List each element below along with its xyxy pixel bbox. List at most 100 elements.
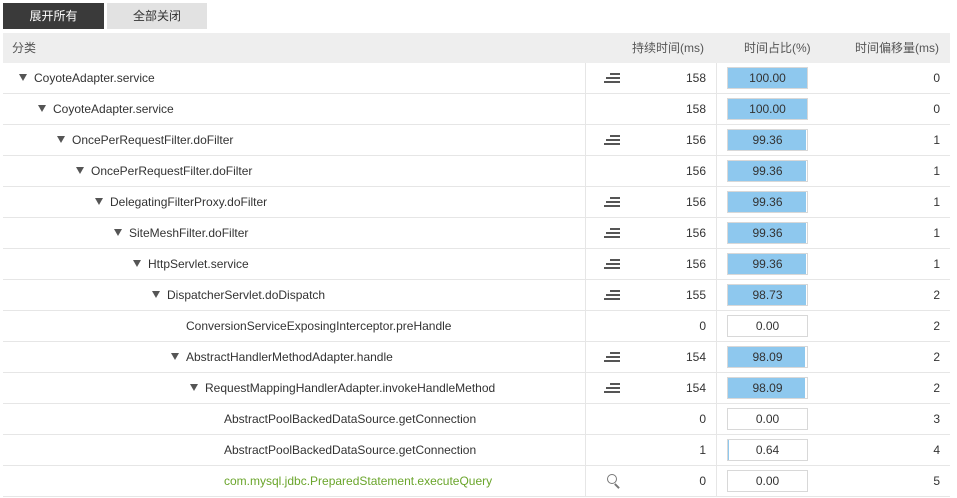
- search-icon[interactable]: [603, 473, 623, 489]
- row-name: RequestMappingHandlerAdapter.invokeHandl…: [190, 373, 495, 403]
- header-category: 分类: [12, 41, 37, 55]
- row-name-label: AbstractHandlerMethodAdapter.handle: [186, 350, 393, 364]
- row-name-label: AbstractPoolBackedDataSource.getConnecti…: [224, 443, 477, 457]
- row-name: SiteMeshFilter.doFilter: [114, 218, 248, 248]
- percent-value: 99.36: [752, 257, 783, 271]
- table-row[interactable]: DelegatingFilterProxy.doFilter 156 99.36 1: [3, 187, 950, 218]
- row-name-label: CoyoteAdapter.service: [34, 71, 155, 85]
- table-row[interactable]: CoyoteAdapter.service 158 100.00 0: [3, 63, 950, 94]
- offset-value: 5: [933, 474, 940, 488]
- duration-value: 154: [685, 381, 706, 395]
- detail-menu-icon[interactable]: [603, 287, 623, 303]
- duration-value: 155: [685, 288, 706, 302]
- expand-toggle-icon[interactable]: [76, 167, 84, 175]
- expand-toggle-icon[interactable]: [114, 229, 122, 237]
- trace-table: 分类 持续时间(ms) 时间占比(%) 时间偏移量(ms) CoyoteAdap…: [3, 33, 950, 497]
- column-divider: [585, 435, 586, 465]
- duration-value: 0: [699, 474, 706, 488]
- column-divider: [585, 218, 586, 248]
- detail-menu-icon[interactable]: [603, 380, 623, 396]
- percent-value: 98.73: [752, 288, 783, 302]
- column-divider: [585, 466, 586, 496]
- detail-menu-icon[interactable]: [603, 349, 623, 365]
- table-row[interactable]: OncePerRequestFilter.doFilter 156 99.36 1: [3, 125, 950, 156]
- percent-bar: 99.36: [727, 160, 808, 182]
- column-divider: [585, 187, 586, 217]
- percent-bar: 99.36: [727, 129, 808, 151]
- row-name-label: SiteMeshFilter.doFilter: [129, 226, 249, 240]
- percent-bar: 0.00: [727, 315, 808, 337]
- table-row[interactable]: DispatcherServlet.doDispatch 155 98.73 2: [3, 280, 950, 311]
- column-divider: [716, 218, 717, 248]
- table-row[interactable]: SiteMeshFilter.doFilter 156 99.36 1: [3, 218, 950, 249]
- column-divider: [716, 373, 717, 403]
- duration-value: 156: [685, 164, 706, 178]
- row-name: OncePerRequestFilter.doFilter: [76, 156, 252, 186]
- offset-value: 0: [933, 102, 940, 116]
- table-row[interactable]: AbstractHandlerMethodAdapter.handle 154 98…: [3, 342, 950, 373]
- percent-bar: 0.00: [727, 470, 808, 492]
- expand-toggle-icon[interactable]: [19, 74, 27, 82]
- expand-toggle-icon[interactable]: [57, 136, 65, 144]
- detail-menu-icon[interactable]: [603, 256, 623, 272]
- column-divider: [585, 311, 586, 341]
- percent-bar: 98.09: [727, 346, 808, 368]
- expand-toggle-icon[interactable]: [38, 105, 46, 113]
- row-name-label: OncePerRequestFilter.doFilter: [72, 133, 234, 147]
- table-row[interactable]: HttpServlet.service 156 99.36 1: [3, 249, 950, 280]
- offset-value: 2: [933, 381, 940, 395]
- offset-value: 2: [933, 319, 940, 333]
- offset-value: 0: [933, 71, 940, 85]
- offset-value: 3: [933, 412, 940, 426]
- duration-value: 154: [685, 350, 706, 364]
- percent-bar: 100.00: [727, 67, 808, 89]
- row-name: ConversionServiceExposingInterceptor.pre…: [186, 311, 451, 341]
- expand-all-button[interactable]: 展开所有: [3, 3, 104, 29]
- column-divider: [716, 94, 717, 124]
- table-row[interactable]: CoyoteAdapter.service 158 100.00 0: [3, 94, 950, 125]
- close-all-button[interactable]: 全部关闭: [107, 3, 207, 29]
- column-divider: [716, 63, 717, 93]
- duration-value: 1: [699, 443, 706, 457]
- expand-toggle-icon[interactable]: [95, 198, 103, 206]
- column-divider: [716, 404, 717, 434]
- row-name-label: CoyoteAdapter.service: [53, 102, 174, 116]
- row-name: DelegatingFilterProxy.doFilter: [95, 187, 267, 217]
- percent-value: 99.36: [752, 226, 783, 240]
- table-row[interactable]: AbstractPoolBackedDataSource.getConnecti…: [3, 404, 950, 435]
- percent-value: 99.36: [752, 133, 783, 147]
- table-row[interactable]: AbstractPoolBackedDataSource.getConnecti…: [3, 435, 950, 466]
- column-divider: [716, 435, 717, 465]
- detail-menu-icon[interactable]: [603, 70, 623, 86]
- table-row[interactable]: ConversionServiceExposingInterceptor.pre…: [3, 311, 950, 342]
- row-name-label: DelegatingFilterProxy.doFilter: [110, 195, 268, 209]
- percent-bar: 98.73: [727, 284, 808, 306]
- percent-bar: 99.36: [727, 222, 808, 244]
- toolbar: 展开所有 全部关闭: [0, 0, 957, 32]
- column-divider: [585, 342, 586, 372]
- column-divider: [716, 125, 717, 155]
- percent-value: 100.00: [749, 71, 786, 85]
- column-divider: [585, 373, 586, 403]
- expand-toggle-icon[interactable]: [171, 353, 179, 361]
- row-name: CoyoteAdapter.service: [19, 63, 155, 93]
- detail-menu-icon[interactable]: [603, 194, 623, 210]
- percent-value: 98.09: [752, 350, 783, 364]
- table-row[interactable]: com.mysql.jdbc.PreparedStatement.execute…: [3, 466, 950, 497]
- expand-toggle-icon[interactable]: [190, 384, 198, 392]
- table-row[interactable]: OncePerRequestFilter.doFilter 156 99.36 1: [3, 156, 950, 187]
- column-divider: [585, 280, 586, 310]
- column-divider: [716, 187, 717, 217]
- table-row[interactable]: RequestMappingHandlerAdapter.invokeHandl…: [3, 373, 950, 404]
- duration-value: 156: [685, 195, 706, 209]
- duration-value: 158: [685, 71, 706, 85]
- percent-bar: 99.36: [727, 253, 808, 275]
- column-divider: [585, 404, 586, 434]
- detail-menu-icon[interactable]: [603, 225, 623, 241]
- duration-value: 158: [685, 102, 706, 116]
- percent-value: 98.09: [752, 381, 783, 395]
- expand-toggle-icon[interactable]: [133, 260, 141, 268]
- expand-toggle-icon[interactable]: [152, 291, 160, 299]
- offset-value: 2: [933, 350, 940, 364]
- detail-menu-icon[interactable]: [603, 132, 623, 148]
